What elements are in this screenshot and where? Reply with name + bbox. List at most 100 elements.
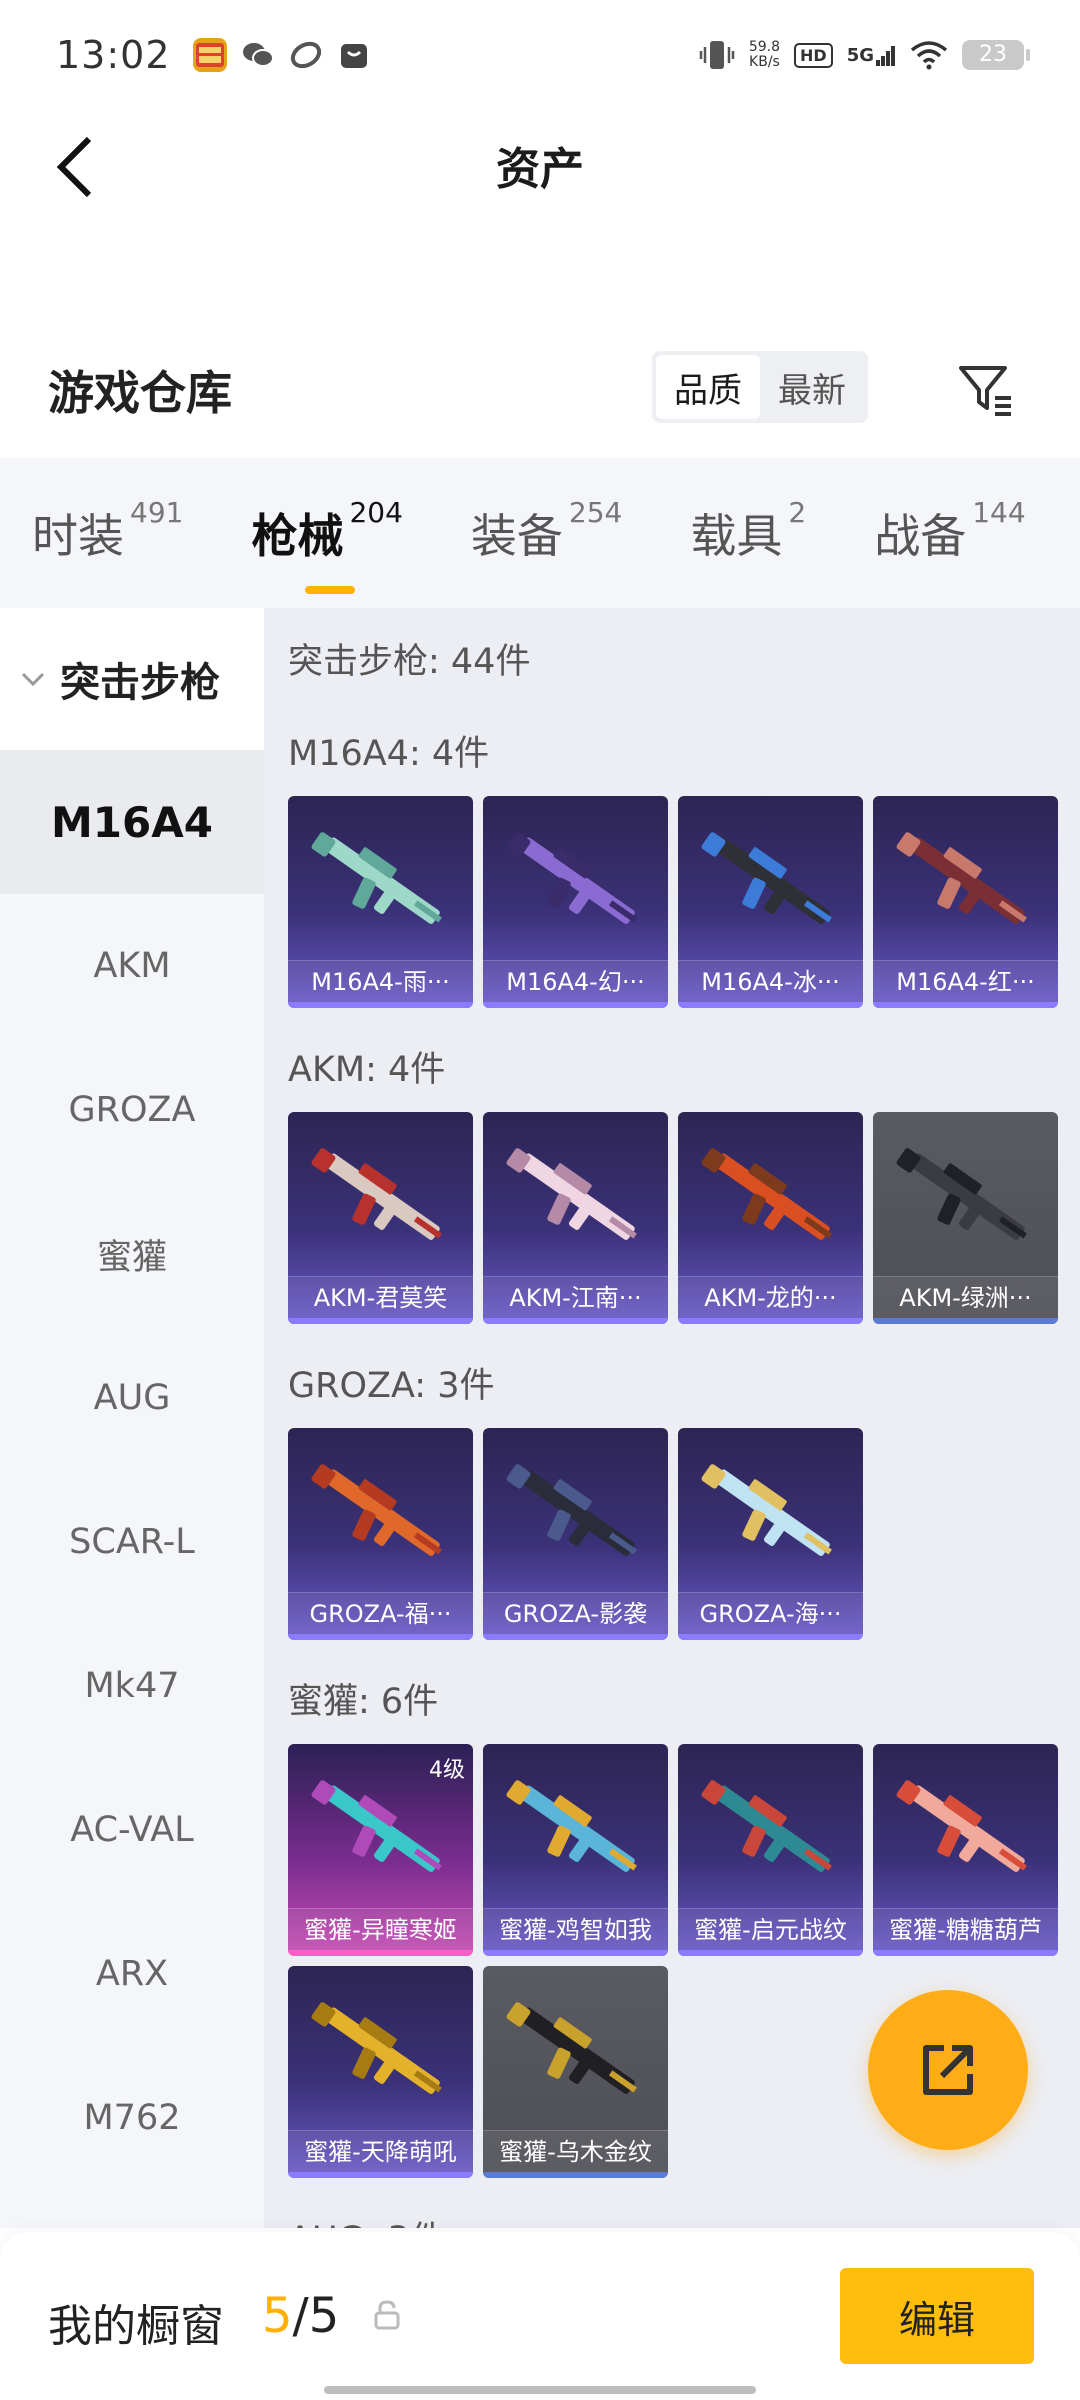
gun-skin-image <box>701 1148 832 1240</box>
weapon-skin-name: AKM-绿洲··· <box>873 1276 1058 1318</box>
tab-supplies[interactable]: 战备 144 <box>874 496 1025 566</box>
back-button[interactable] <box>40 132 110 202</box>
section-title-m16a4: M16A4: 4件 <box>288 734 490 774</box>
weapon-skin-name: 蜜獾-乌木金纹 <box>483 2130 668 2172</box>
tab-equipment[interactable]: 装备 254 <box>471 496 622 566</box>
weapon-skin-card[interactable]: GROZA-影袭 <box>483 1428 668 1640</box>
signal-5g-icon: 5G <box>847 44 896 66</box>
status-time: 13:02 <box>56 33 171 77</box>
weapon-skin-card[interactable]: 蜜獾-启元战纹 <box>678 1744 863 1956</box>
weapon-skin-name: M16A4-冰··· <box>678 960 863 1002</box>
section-title-aug: AUG: 3件 <box>288 2186 1080 2228</box>
tab-vehicles[interactable]: 载具 2 <box>690 496 806 566</box>
section-title-honey-badger: 蜜獾: 6件 <box>288 1682 439 1722</box>
gun-skin-image <box>701 1780 832 1872</box>
sidebar-item-scar-l[interactable]: SCAR-L <box>0 1470 264 1614</box>
gun-skin-image <box>506 1780 637 1872</box>
sidebar-item-mk47[interactable]: Mk47 <box>0 1614 264 1758</box>
rarity-bar <box>873 1002 1058 1008</box>
sidebar-group-assault-rifles[interactable]: 突击步枪 <box>0 608 264 750</box>
gun-skin-image <box>311 1148 442 1240</box>
share-fab-button[interactable] <box>868 1990 1028 2150</box>
sidebar-item-honey-badger[interactable]: 蜜獾 <box>0 1182 264 1326</box>
weapon-skin-card[interactable]: 蜜獾-天降萌吼 <box>288 1966 473 2178</box>
weapon-skin-card[interactable]: AKM-江南··· <box>483 1112 668 1324</box>
rarity-bar <box>288 1318 473 1324</box>
rarity-bar <box>678 1950 863 1956</box>
bag-app-icon <box>337 38 371 72</box>
weapon-skin-name: M16A4-红··· <box>873 960 1058 1002</box>
weapon-skin-card[interactable]: 4级 蜜獾-异瞳寒姬 <box>288 1744 473 1956</box>
gun-skin-image <box>896 1148 1027 1240</box>
lock-icon <box>374 2300 400 2330</box>
rarity-bar <box>678 1002 863 1008</box>
sidebar-item-aug[interactable]: AUG <box>0 1326 264 1470</box>
showcase-label: 我的橱窗 <box>48 2301 224 2352</box>
weapon-skin-card[interactable]: M16A4-红··· <box>873 796 1058 1008</box>
weapon-skin-name: AKM-君莫笑 <box>288 1276 473 1318</box>
vibrate-icon <box>699 41 735 69</box>
grid-akm: AKM-君莫笑 AKM-江南··· AKM-龙的··· AKM-绿洲··· <box>288 1112 1078 1324</box>
gun-skin-image <box>506 1464 637 1556</box>
weapon-skin-card[interactable]: AKM-龙的··· <box>678 1112 863 1324</box>
rarity-bar <box>483 1634 668 1640</box>
notification-icons <box>192 38 371 72</box>
filter-button[interactable] <box>948 353 1022 427</box>
game-app-icon <box>192 38 227 72</box>
tab-fashion[interactable]: 时装 491 <box>32 496 183 566</box>
sidebar-item-arx[interactable]: ARX <box>0 1902 264 2046</box>
warehouse-row: 游戏仓库 品质 最新 <box>48 345 1032 435</box>
edit-button[interactable]: 编辑 <box>840 2268 1034 2364</box>
app-header: 资产 <box>0 110 1080 220</box>
link-app-icon <box>289 38 323 72</box>
sidebar-item-groza[interactable]: GROZA <box>0 1038 264 1182</box>
skin-level-badge: 4级 <box>429 1758 465 1783</box>
sort-quality-option[interactable]: 品质 <box>656 355 760 419</box>
weapon-skin-name: 蜜獾-鸡智如我 <box>483 1908 668 1950</box>
sort-toggle: 品质 最新 <box>652 351 868 423</box>
wifi-icon <box>910 41 948 70</box>
weapon-skin-card[interactable]: M16A4-幻··· <box>483 796 668 1008</box>
weapon-skin-name: AKM-江南··· <box>483 1276 668 1318</box>
gun-skin-image <box>506 832 637 924</box>
weapon-skin-card[interactable]: AKM-绿洲··· <box>873 1112 1058 1324</box>
warehouse-title: 游戏仓库 <box>48 366 232 420</box>
hd-icon: HD <box>794 42 833 68</box>
gun-skin-image <box>311 832 442 924</box>
sidebar-item-m762[interactable]: M762 <box>0 2046 264 2190</box>
sidebar-item-m16a4[interactable]: M16A4 <box>0 750 264 894</box>
weapon-skin-card[interactable]: AKM-君莫笑 <box>288 1112 473 1324</box>
sidebar-item-akm[interactable]: AKM <box>0 894 264 1038</box>
weapon-skin-name: GROZA-影袭 <box>483 1592 668 1634</box>
rarity-bar <box>873 1318 1058 1324</box>
sort-newest-option[interactable]: 最新 <box>760 355 864 419</box>
weapon-skin-name: GROZA-福··· <box>288 1592 473 1634</box>
weapon-skin-card[interactable]: 蜜獾-鸡智如我 <box>483 1744 668 1956</box>
rarity-bar <box>678 1318 863 1324</box>
wechat-icon <box>241 38 275 72</box>
gun-skin-image <box>896 1780 1027 1872</box>
weapon-skin-card[interactable]: 蜜獾-糖糖葫芦 <box>873 1744 1058 1956</box>
rarity-bar <box>873 1950 1058 1956</box>
weapon-skin-name: 蜜獾-糖糖葫芦 <box>873 1908 1058 1950</box>
gun-skin-image <box>896 832 1027 924</box>
rarity-bar <box>483 2172 668 2178</box>
weapon-skin-card[interactable]: M16A4-雨··· <box>288 796 473 1008</box>
rarity-bar <box>483 1318 668 1324</box>
tab-guns[interactable]: 枪械 204 <box>251 496 403 594</box>
chevron-left-icon <box>56 136 92 198</box>
grid-m16a4: M16A4-雨··· M16A4-幻··· M16A4-冰··· M16A4-红··· <box>288 796 1078 1008</box>
status-bar: 13:02 59.8 KB/s HD 5G 23 <box>0 0 1080 110</box>
weapon-skin-name: M16A4-幻··· <box>483 960 668 1002</box>
home-indicator[interactable] <box>324 2386 756 2394</box>
rarity-bar <box>288 1950 473 1956</box>
weapon-skin-card[interactable]: M16A4-冰··· <box>678 796 863 1008</box>
weapon-skin-card[interactable]: GROZA-福··· <box>288 1428 473 1640</box>
sidebar-item-ac-val[interactable]: AC-VAL <box>0 1758 264 1902</box>
weapon-skin-name: 蜜獾-天降萌吼 <box>288 2130 473 2172</box>
grid-groza: GROZA-福··· GROZA-影袭 GROZA-海··· <box>288 1428 1078 1640</box>
weapon-skin-card[interactable]: 蜜獾-乌木金纹 <box>483 1966 668 2178</box>
weapon-skin-card[interactable]: GROZA-海··· <box>678 1428 863 1640</box>
category-tabs: 时装 491 枪械 204 装备 254 载具 2 战备 144 <box>0 458 1080 608</box>
share-external-icon <box>923 2045 973 2095</box>
